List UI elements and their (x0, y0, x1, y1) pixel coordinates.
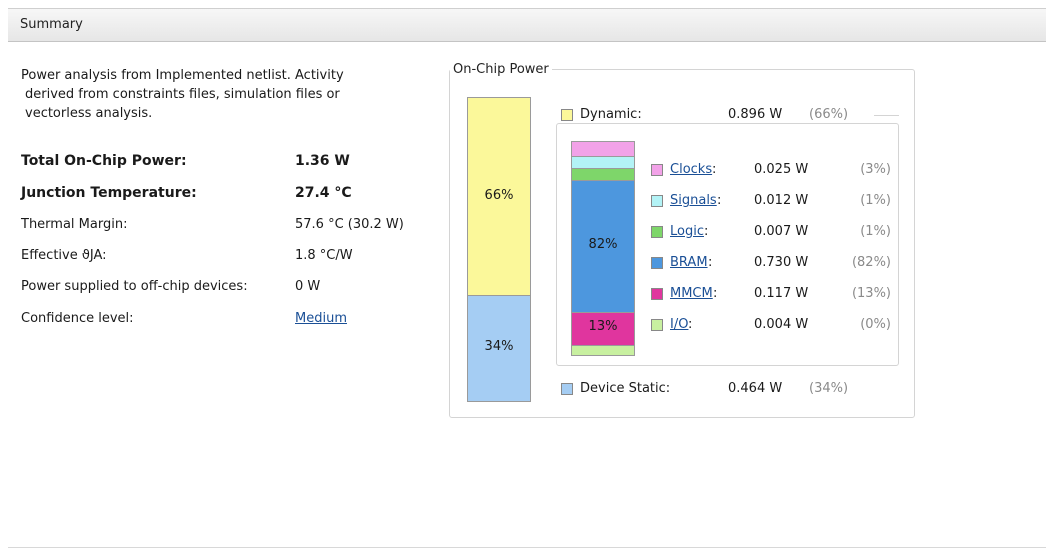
clocks-swatch (651, 164, 663, 176)
signals-link[interactable]: Signals (670, 193, 717, 208)
mmcm-bar-label: 13% (588, 319, 618, 334)
logic-link[interactable]: Logic (670, 224, 704, 239)
mmcm-percent: (13%) (851, 286, 891, 301)
logic-percent: (1%) (860, 224, 891, 239)
signals-percent: (1%) (860, 193, 891, 208)
label-colon: : (712, 162, 717, 177)
clocks-bar-segment (571, 141, 635, 157)
dynamic-percent: (66%) (809, 107, 849, 122)
dynamic-swatch (561, 109, 573, 121)
legend-row-logic: Logic: 0.007 W (1%) (651, 224, 891, 242)
static-value: 0.464 W (728, 381, 783, 396)
mmcm-link[interactable]: MMCM (670, 286, 713, 301)
description-line-2: derived from constraints files, simulati… (25, 87, 340, 102)
metric-value: 1.8 °C/W (295, 248, 353, 263)
metric-label: Junction Temperature: (21, 185, 197, 201)
on-chip-power-title: On-Chip Power (450, 62, 552, 77)
io-bar-segment (571, 345, 635, 356)
clocks-link[interactable]: Clocks (670, 162, 712, 177)
metric-value: 1.36 W (295, 153, 350, 169)
signals-value: 0.012 W (754, 193, 809, 208)
signals-swatch (651, 195, 663, 207)
legend-row-bram: BRAM: 0.730 W (82%) (651, 255, 891, 273)
label-colon: : (688, 317, 693, 332)
logic-value: 0.007 W (754, 224, 809, 239)
dynamic-value: 0.896 W (728, 107, 783, 122)
mmcm-value: 0.117 W (754, 286, 809, 301)
panel-title: Summary (20, 17, 83, 32)
metric-label: Confidence level: (21, 311, 134, 326)
io-percent: (0%) (860, 317, 891, 332)
mmcm-swatch (651, 288, 663, 300)
static-label: Device Static: (580, 381, 671, 396)
label-colon: : (704, 224, 709, 239)
clocks-value: 0.025 W (754, 162, 809, 177)
metric-label: Effective ϑJA: (21, 248, 107, 263)
metric-value: 57.6 °C (30.2 W) (295, 217, 404, 232)
clocks-percent: (3%) (860, 162, 891, 177)
dynamic-label: Dynamic: (580, 107, 642, 122)
bram-swatch (651, 257, 663, 269)
logic-swatch (651, 226, 663, 238)
static-swatch (561, 383, 573, 395)
dynamic-bar-label: 66% (484, 188, 514, 203)
metric-value: 0 W (295, 279, 321, 294)
description-line-1: Power analysis from Implemented netlist.… (21, 68, 344, 83)
bram-percent: (82%) (851, 255, 891, 270)
summary-panel: Summary Power analysis from Implemented … (8, 8, 1046, 548)
static-bar-label: 34% (484, 339, 514, 354)
io-value: 0.004 W (754, 317, 809, 332)
legend-row-io: I/O: 0.004 W (0%) (651, 317, 891, 335)
label-colon: : (708, 255, 713, 270)
bram-link[interactable]: BRAM (670, 255, 708, 270)
metric-label: Thermal Margin: (21, 217, 128, 232)
io-swatch (651, 319, 663, 331)
io-link[interactable]: I/O (670, 317, 688, 332)
legend-row-signals: Signals: 0.012 W (1%) (651, 193, 891, 211)
description-line-3: vectorless analysis. (25, 106, 153, 121)
legend-row-clocks: Clocks: 0.025 W (3%) (651, 162, 891, 180)
bottom-divider (8, 547, 1046, 548)
static-percent: (34%) (809, 381, 849, 396)
panel-header: Summary (8, 8, 1046, 42)
label-colon: : (717, 193, 722, 208)
bram-bar-label: 82% (588, 237, 618, 252)
label-colon: : (713, 286, 718, 301)
legend-row-mmcm: MMCM: 0.117 W (13%) (651, 286, 891, 304)
analysis-description: Power analysis from Implemented netlist.… (21, 66, 421, 123)
dynamic-divider (874, 115, 899, 116)
bram-value: 0.730 W (754, 255, 809, 270)
metric-label: Total On-Chip Power: (21, 153, 187, 169)
metric-label: Power supplied to off-chip devices: (21, 279, 248, 294)
static-legend-row: Device Static: 0.464 W (34%) (561, 381, 901, 399)
metric-value: 27.4 °C (295, 185, 352, 201)
confidence-level-link[interactable]: Medium (295, 311, 347, 326)
